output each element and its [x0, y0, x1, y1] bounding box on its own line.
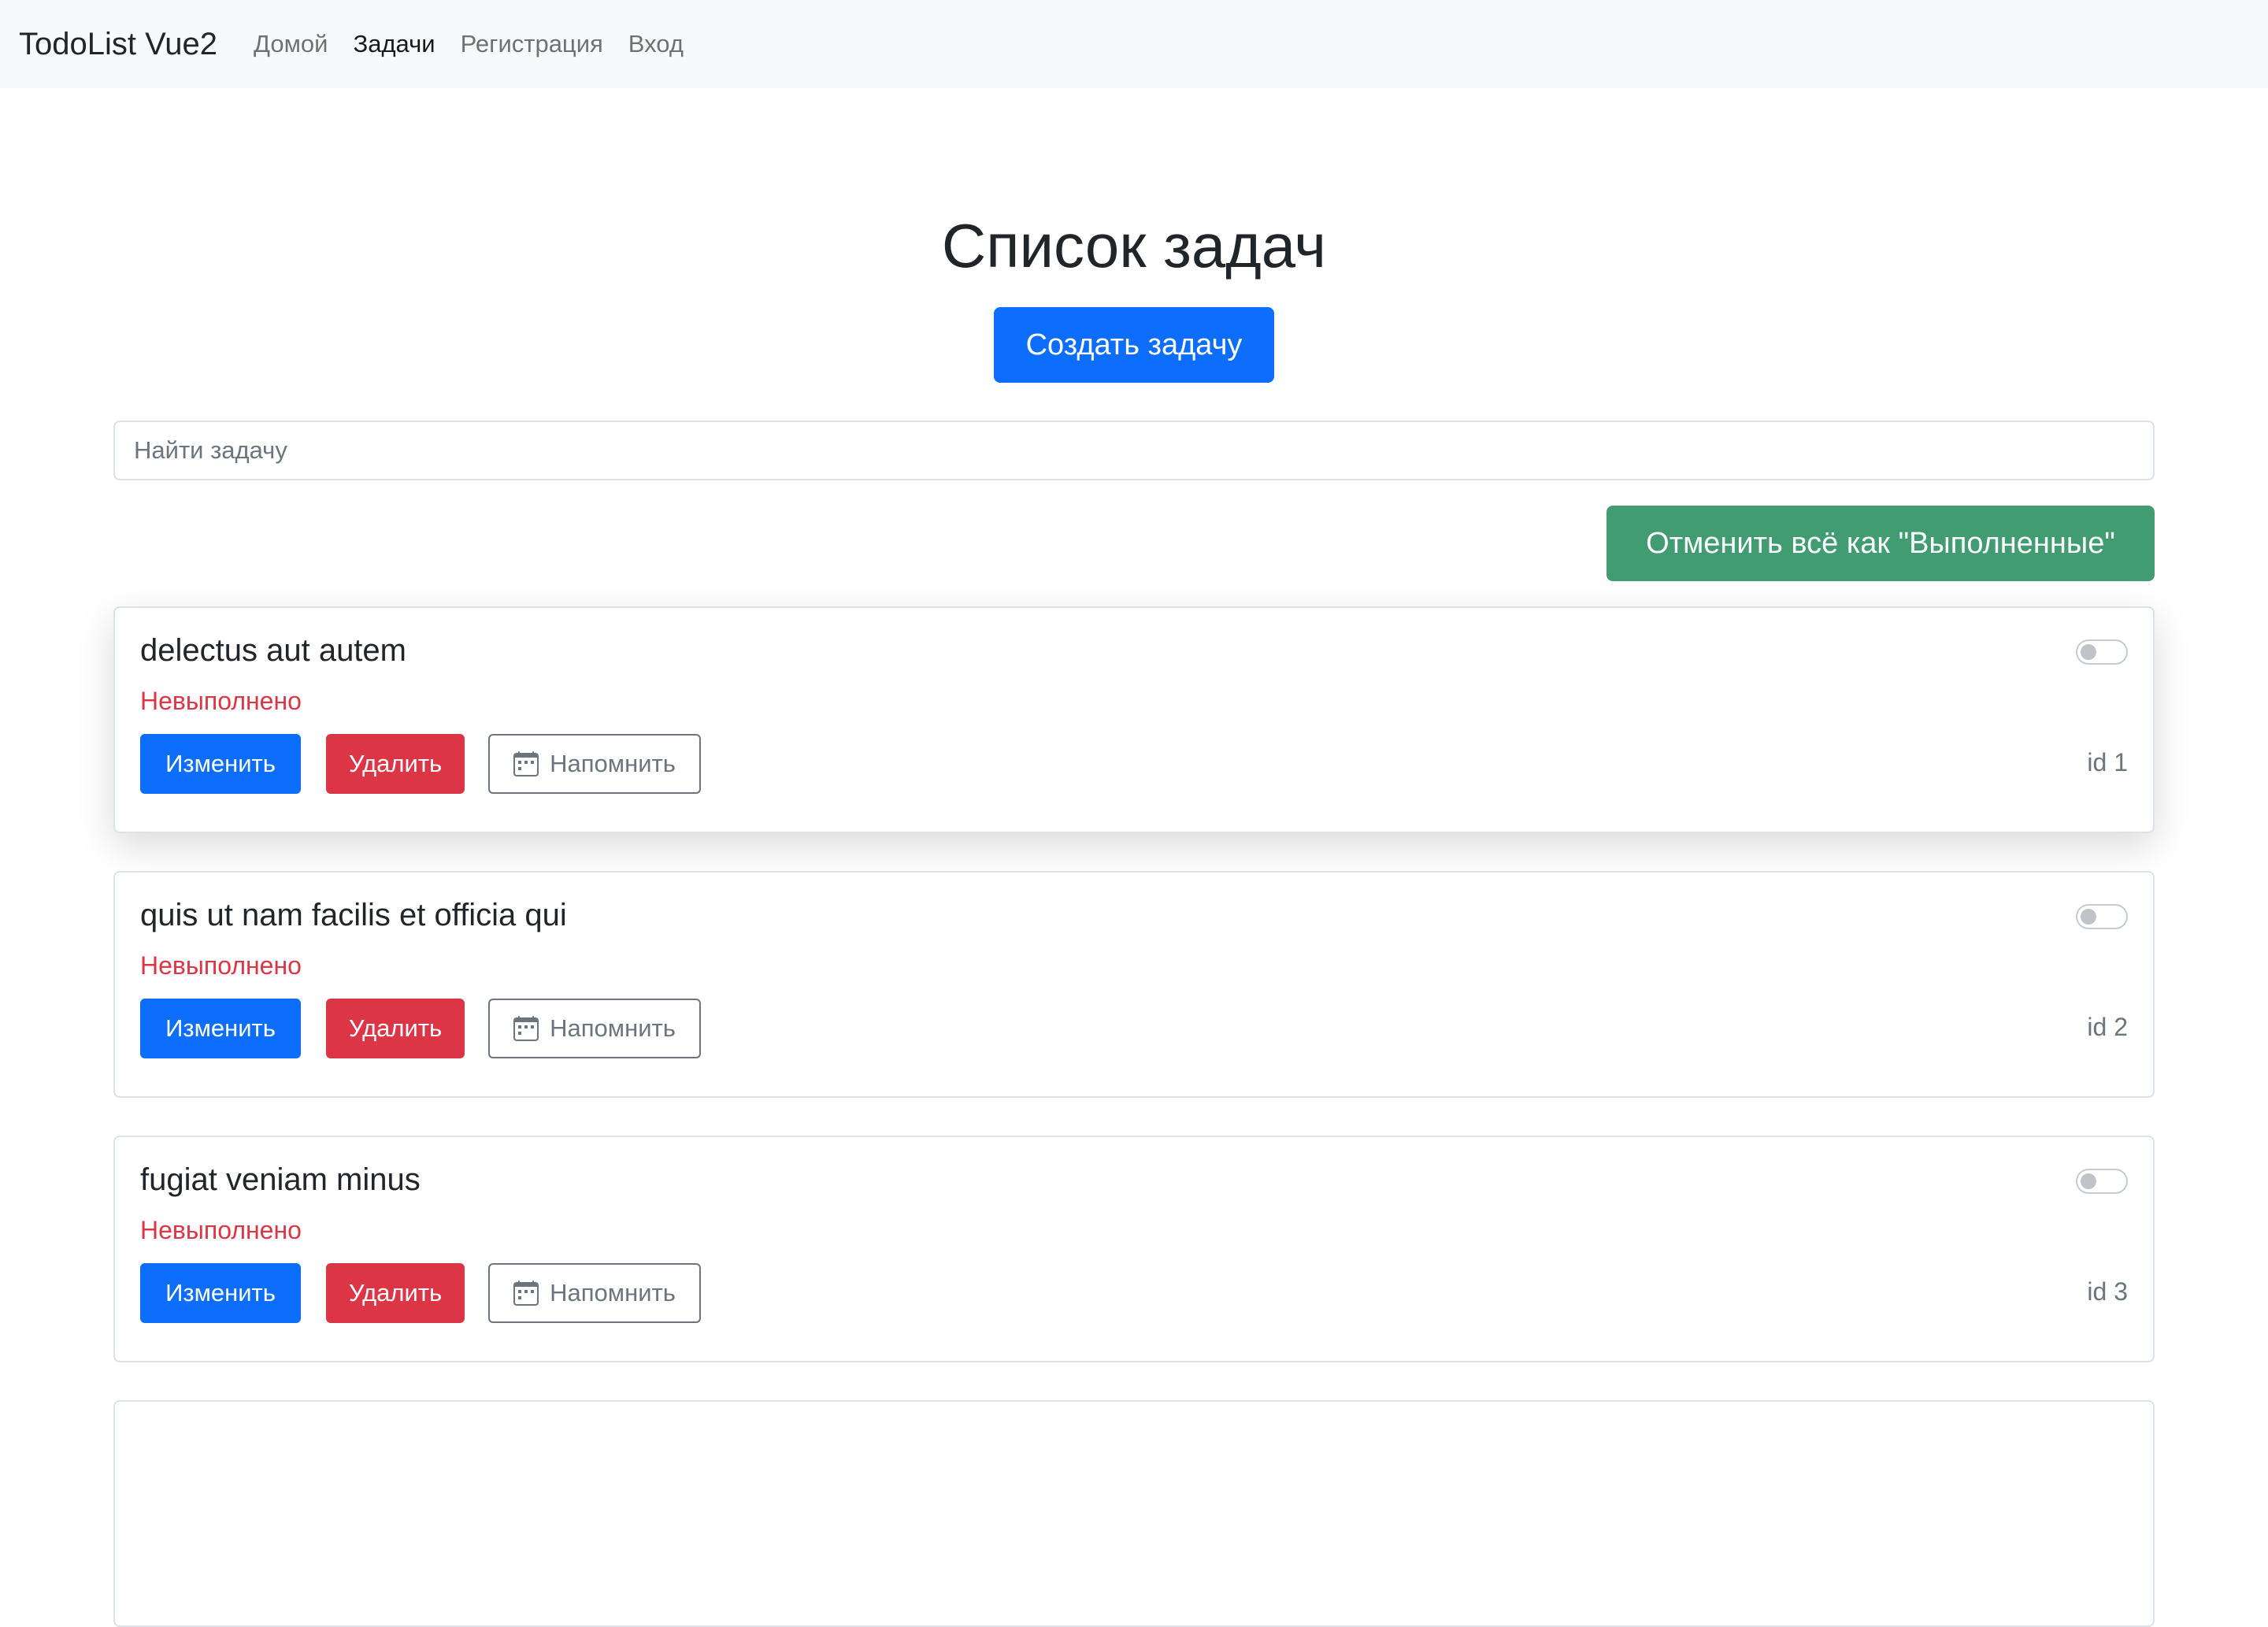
task-done-toggle[interactable]	[2076, 904, 2128, 929]
nav-link-register[interactable]: Регистрация	[461, 30, 603, 58]
remind-label: Напомнить	[550, 1279, 676, 1306]
delete-task-button[interactable]: Удалить	[326, 734, 465, 794]
task-card: fugiat veniam minus Невыполнено Изменить…	[113, 1136, 2155, 1362]
remind-task-button[interactable]: Напомнить	[488, 999, 701, 1058]
search-input[interactable]	[113, 421, 2155, 480]
toggle-knob	[2081, 909, 2096, 925]
navbar-brand[interactable]: TodoList Vue2	[19, 27, 217, 62]
remind-label: Напомнить	[550, 750, 676, 777]
remind-task-button[interactable]: Напомнить	[488, 1263, 701, 1323]
task-title: fugiat veniam minus	[140, 1162, 421, 1197]
remind-task-button[interactable]: Напомнить	[488, 734, 701, 794]
task-status: Невыполнено	[140, 1216, 302, 1244]
calendar-icon	[513, 1016, 539, 1041]
toggle-knob	[2081, 644, 2096, 660]
remind-label: Напомнить	[550, 1014, 676, 1042]
nav-link-login[interactable]: Вход	[628, 30, 684, 58]
toggle-knob	[2081, 1173, 2096, 1189]
create-task-button[interactable]: Создать задачу	[994, 307, 1274, 383]
nav-link-tasks[interactable]: Задачи	[353, 30, 435, 58]
task-title: quis ut nam facilis et officia qui	[140, 898, 567, 932]
task-id: id 2	[2087, 1013, 2128, 1041]
delete-task-button[interactable]: Удалить	[326, 999, 465, 1058]
task-done-toggle[interactable]	[2076, 639, 2128, 665]
task-status: Невыполнено	[140, 687, 302, 715]
task-id: id 3	[2087, 1277, 2128, 1306]
delete-task-button[interactable]: Удалить	[326, 1263, 465, 1323]
task-card: quis ut nam facilis et officia qui Невып…	[113, 871, 2155, 1098]
task-title: delectus aut autem	[140, 633, 406, 668]
calendar-icon	[513, 1280, 539, 1306]
task-card: delectus aut autem Невыполнено Изменить …	[113, 606, 2155, 833]
task-card-partial	[113, 1400, 2155, 1627]
task-done-toggle[interactable]	[2076, 1169, 2128, 1194]
edit-task-button[interactable]: Изменить	[140, 734, 301, 794]
task-id: id 1	[2087, 748, 2128, 776]
edit-task-button[interactable]: Изменить	[140, 1263, 301, 1323]
calendar-icon	[513, 751, 539, 776]
task-status: Невыполнено	[140, 951, 302, 980]
page-title: Список задач	[941, 211, 1327, 280]
undo-all-completed-button[interactable]: Отменить всё как "Выполненные"	[1606, 506, 2155, 581]
nav-link-home[interactable]: Домой	[254, 30, 328, 58]
navbar: TodoList Vue2 Домой Задачи Регистрация В…	[0, 0, 2268, 88]
edit-task-button[interactable]: Изменить	[140, 999, 301, 1058]
